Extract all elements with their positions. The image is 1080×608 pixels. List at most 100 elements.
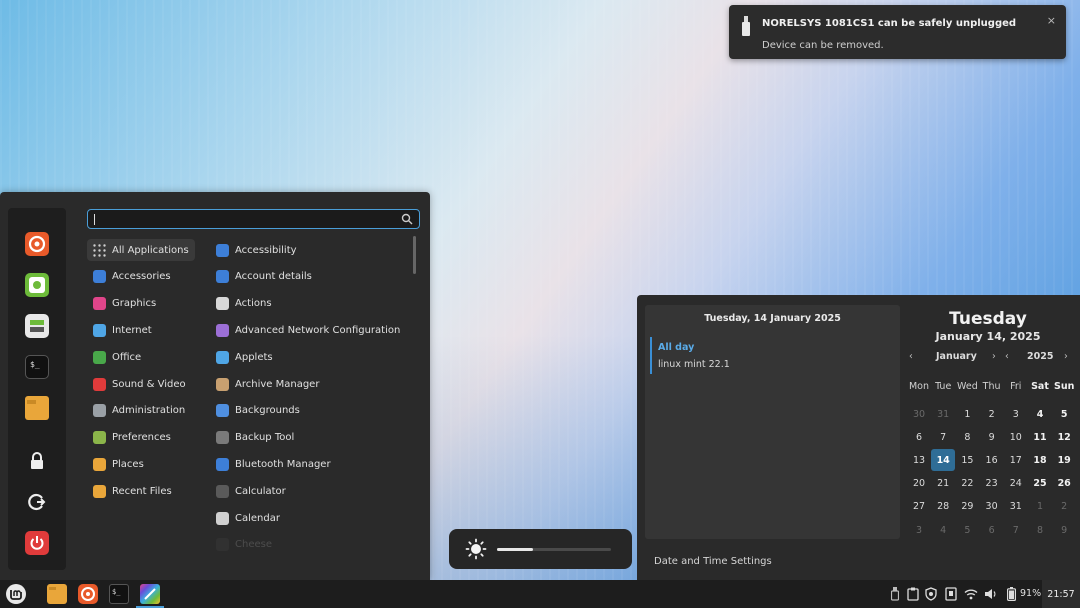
calendar-day[interactable]: 24 xyxy=(1004,473,1028,495)
date-time-settings-link[interactable]: Date and Time Settings xyxy=(654,556,772,567)
calendar-day[interactable]: 9 xyxy=(980,426,1004,448)
calendar-day[interactable]: 10 xyxy=(1004,426,1028,448)
category-recent-files[interactable]: Recent Files xyxy=(93,480,172,502)
calendar-day[interactable]: 30 xyxy=(907,403,931,425)
cheese-icon xyxy=(216,538,229,552)
calendar-day[interactable]: 18 xyxy=(1028,449,1052,471)
wifi-icon[interactable] xyxy=(964,587,978,601)
app-bluetooth-manager[interactable]: Bluetooth Manager xyxy=(216,453,331,475)
calendar-day[interactable]: 3 xyxy=(907,519,931,541)
calendar-day[interactable]: 6 xyxy=(907,426,931,448)
calendar-day[interactable]: 31 xyxy=(931,403,955,425)
calendar-day[interactable]: 21 xyxy=(931,473,955,495)
calendar-day[interactable]: 12 xyxy=(1052,426,1076,448)
volume-icon[interactable] xyxy=(984,587,998,601)
shield-icon[interactable] xyxy=(924,587,938,601)
app-calendar[interactable]: Calendar xyxy=(216,507,280,529)
terminal-icon[interactable]: $_ xyxy=(109,584,129,604)
notes-icon[interactable] xyxy=(944,587,958,601)
calendar-day[interactable]: 23 xyxy=(980,473,1004,495)
calendar-day[interactable]: 31 xyxy=(1004,496,1028,518)
mint-update-icon[interactable] xyxy=(25,273,49,297)
firefox-icon[interactable] xyxy=(25,232,49,256)
application-menu: $_ All Applications Accessories Graphics In… xyxy=(0,192,430,580)
color-app-icon[interactable] xyxy=(140,584,160,604)
calendar-day[interactable]: 4 xyxy=(931,519,955,541)
files-icon[interactable] xyxy=(25,396,49,420)
next-year-button[interactable]: › xyxy=(1064,351,1068,362)
calendar-day[interactable]: 19 xyxy=(1052,449,1076,471)
calendar-day[interactable]: 5 xyxy=(955,519,979,541)
firefox-icon[interactable] xyxy=(78,584,98,604)
calendar-day[interactable]: 16 xyxy=(980,449,1004,471)
calendar-day[interactable]: 30 xyxy=(980,496,1004,518)
mint-menu-icon[interactable] xyxy=(5,583,27,605)
search-icon[interactable] xyxy=(401,213,413,225)
category-sound-video[interactable]: Sound & Video xyxy=(93,373,186,395)
calendar-day[interactable]: 5 xyxy=(1052,403,1076,425)
next-month-button[interactable]: › xyxy=(992,351,996,362)
category-all-applications[interactable]: All Applications xyxy=(87,239,195,261)
calendar-day[interactable]: 1 xyxy=(1028,496,1052,518)
app-list-scrollbar[interactable] xyxy=(413,236,416,274)
usb-drive-icon[interactable] xyxy=(888,587,902,601)
app-account-details[interactable]: Account details xyxy=(216,266,312,288)
brightness-slider[interactable] xyxy=(497,548,611,551)
taskbar-clock[interactable]: 21:57 xyxy=(1042,580,1080,608)
calendar-day[interactable]: 22 xyxy=(955,473,979,495)
calendar-day[interactable]: 7 xyxy=(931,426,955,448)
terminal-icon[interactable]: $_ xyxy=(25,355,49,379)
calendar-day[interactable]: 15 xyxy=(955,449,979,471)
app-advanced-network-configuration[interactable]: Advanced Network Configuration xyxy=(216,319,400,341)
calendar-day-today[interactable]: 14 xyxy=(931,449,956,472)
lock-icon[interactable] xyxy=(25,449,49,473)
category-administration[interactable]: Administration xyxy=(93,400,185,422)
calendar-day[interactable]: 7 xyxy=(1004,519,1028,541)
power-icon[interactable] xyxy=(25,531,49,555)
prev-month-button[interactable]: ‹ xyxy=(909,351,913,362)
calendar-day[interactable]: 27 xyxy=(907,496,931,518)
app-cheese[interactable]: Cheese xyxy=(216,534,272,556)
weekday-header: Tue xyxy=(935,380,952,392)
calendar-day[interactable]: 8 xyxy=(1028,519,1052,541)
files-icon[interactable] xyxy=(47,584,67,604)
calendar-day[interactable]: 29 xyxy=(955,496,979,518)
logout-icon[interactable] xyxy=(25,490,49,514)
search-input[interactable] xyxy=(87,209,420,229)
category-places[interactable]: Places xyxy=(93,453,144,475)
event-item[interactable]: linux mint 22.1 xyxy=(658,359,730,370)
software-manager-icon[interactable] xyxy=(25,314,49,338)
app-applets[interactable]: Applets xyxy=(216,346,273,368)
calendar-day[interactable]: 13 xyxy=(907,449,931,471)
clipboard-icon[interactable] xyxy=(906,587,920,601)
prev-year-button[interactable]: ‹ xyxy=(1005,351,1009,362)
calendar-day[interactable]: 28 xyxy=(931,496,955,518)
category-accessories[interactable]: Accessories xyxy=(93,266,171,288)
calendar-day[interactable]: 2 xyxy=(1052,496,1076,518)
calendar-day[interactable]: 4 xyxy=(1028,403,1052,425)
calendar-day[interactable]: 6 xyxy=(980,519,1004,541)
calendar-day[interactable]: 20 xyxy=(907,473,931,495)
calendar-day[interactable]: 17 xyxy=(1004,449,1028,471)
battery-icon[interactable] xyxy=(1004,587,1018,601)
calendar-day[interactable]: 1 xyxy=(955,403,979,425)
app-accessibility[interactable]: Accessibility xyxy=(216,239,297,261)
app-archive-manager[interactable]: Archive Manager xyxy=(216,373,319,395)
calendar-day[interactable]: 3 xyxy=(1004,403,1028,425)
calendar-day[interactable]: 25 xyxy=(1028,473,1052,495)
calendar-day[interactable]: 11 xyxy=(1028,426,1052,448)
category-graphics[interactable]: Graphics xyxy=(93,293,156,315)
calendar-day[interactable]: 26 xyxy=(1052,473,1076,495)
calendar-day[interactable]: 9 xyxy=(1052,519,1076,541)
app-label: Cheese xyxy=(235,539,272,551)
app-backgrounds[interactable]: Backgrounds xyxy=(216,400,300,422)
notification-close-button[interactable]: × xyxy=(1047,14,1056,27)
calendar-day[interactable]: 8 xyxy=(955,426,979,448)
category-preferences[interactable]: Preferences xyxy=(93,427,171,449)
app-calculator[interactable]: Calculator xyxy=(216,480,286,502)
category-internet[interactable]: Internet xyxy=(93,319,152,341)
app-actions[interactable]: Actions xyxy=(216,293,272,315)
app-backup-tool[interactable]: Backup Tool xyxy=(216,427,294,449)
calendar-day[interactable]: 2 xyxy=(980,403,1004,425)
category-office[interactable]: Office xyxy=(93,346,141,368)
